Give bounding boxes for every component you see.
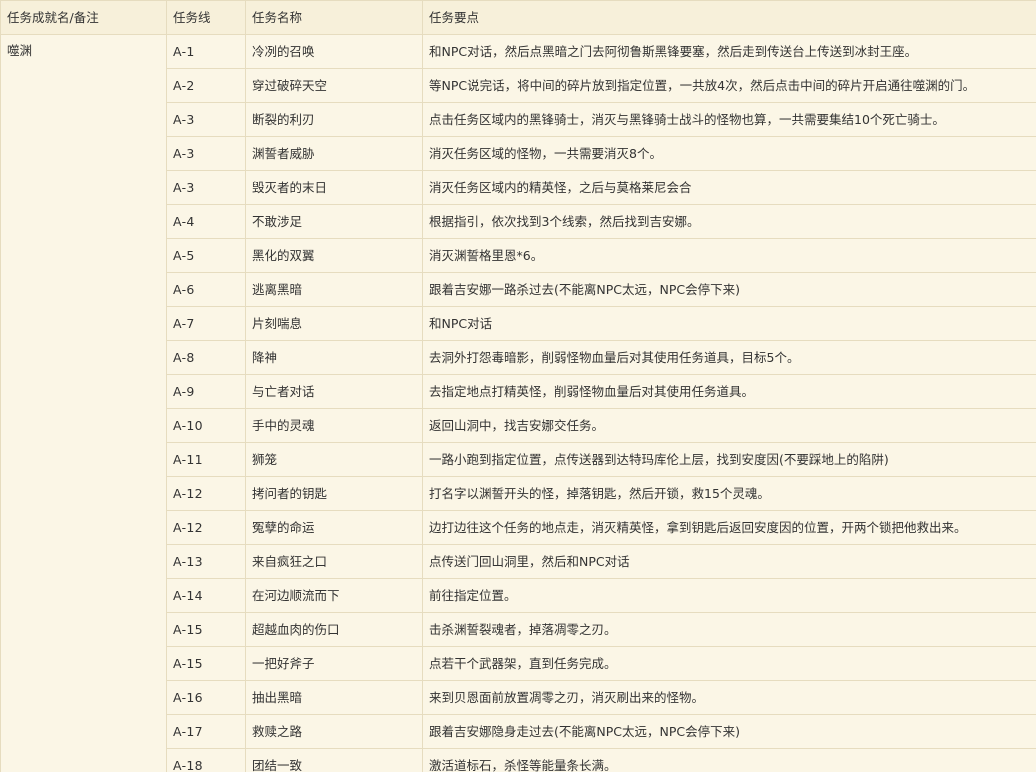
quest-name-cell: 黑化的双翼 [245, 238, 423, 273]
questline-cell: A-7 [166, 306, 246, 341]
header-quest-notes: 任务要点 [422, 0, 1036, 35]
questline-cell: A-16 [166, 680, 246, 715]
achievement-cell: 噬渊 [0, 34, 167, 772]
quest-name-cell: 穿过破碎天空 [245, 68, 423, 103]
questline-cell: A-13 [166, 544, 246, 579]
quest-name-cell: 渊誓者威胁 [245, 136, 423, 171]
quest-name-cell: 冷冽的召唤 [245, 34, 423, 69]
questline-cell: A-3 [166, 102, 246, 137]
questline-cell: A-9 [166, 374, 246, 409]
quest-notes-cell: 和NPC对话 [422, 306, 1036, 341]
header-achievement: 任务成就名/备注 [0, 0, 167, 35]
quest-name-cell: 降神 [245, 340, 423, 375]
questline-cell: A-12 [166, 476, 246, 511]
questline-cell: A-6 [166, 272, 246, 307]
questline-cell: A-14 [166, 578, 246, 613]
quest-name-cell: 手中的灵魂 [245, 408, 423, 443]
questline-cell: A-8 [166, 340, 246, 375]
quest-notes-cell: 跟着吉安娜隐身走过去(不能离NPC太远，NPC会停下来) [422, 714, 1036, 749]
quest-notes-cell: 消灭渊誓格里恩*6。 [422, 238, 1036, 273]
quest-name-cell: 逃离黑暗 [245, 272, 423, 307]
quest-name-cell: 断裂的利刃 [245, 102, 423, 137]
quest-notes-cell: 点击任务区域内的黑锋骑士，消灭与黑锋骑士战斗的怪物也算，一共需要集结10个死亡骑… [422, 102, 1036, 137]
quest-name-cell: 来自疯狂之口 [245, 544, 423, 579]
questline-cell: A-3 [166, 170, 246, 205]
header-quest-name: 任务名称 [245, 0, 423, 35]
questline-cell: A-1 [166, 34, 246, 69]
quest-name-cell: 超越血肉的伤口 [245, 612, 423, 647]
quest-notes-cell: 前往指定位置。 [422, 578, 1036, 613]
quest-notes-cell: 等NPC说完话，将中间的碎片放到指定位置，一共放4次，然后点击中间的碎片开启通往… [422, 68, 1036, 103]
quest-notes-cell: 击杀渊誓裂魂者，掉落凋零之刃。 [422, 612, 1036, 647]
questline-cell: A-11 [166, 442, 246, 477]
questline-cell: A-17 [166, 714, 246, 749]
quest-name-cell: 一把好斧子 [245, 646, 423, 681]
quest-notes-cell: 跟着吉安娜一路杀过去(不能离NPC太远，NPC会停下来) [422, 272, 1036, 307]
quest-name-cell: 抽出黑暗 [245, 680, 423, 715]
quest-notes-cell: 消灭任务区域的怪物，一共需要消灭8个。 [422, 136, 1036, 171]
table-header: 任务成就名/备注 任务线 任务名称 任务要点 [0, 0, 1036, 35]
quest-notes-cell: 点传送门回山洞里，然后和NPC对话 [422, 544, 1036, 579]
quest-notes-cell: 打名字以渊誓开头的怪，掉落钥匙，然后开锁，救15个灵魂。 [422, 476, 1036, 511]
questline-cell: A-15 [166, 646, 246, 681]
quest-name-cell: 拷问者的钥匙 [245, 476, 423, 511]
quest-name-cell: 在河边顺流而下 [245, 578, 423, 613]
quest-notes-cell: 激活道标石，杀怪等能量条长满。 [422, 748, 1036, 772]
questline-cell: A-5 [166, 238, 246, 273]
quest-name-cell: 团结一致 [245, 748, 423, 772]
quest-notes-cell: 返回山洞中，找吉安娜交任务。 [422, 408, 1036, 443]
questline-cell: A-10 [166, 408, 246, 443]
questline-cell: A-3 [166, 136, 246, 171]
quest-table: 任务成就名/备注 任务线 任务名称 任务要点 噬渊 A-1 冷冽的召唤 和NPC对话，… [0, 0, 1036, 772]
questline-cell: A-12 [166, 510, 246, 545]
quest-notes-cell: 根据指引，依次找到3个线索，然后找到吉安娜。 [422, 204, 1036, 239]
quest-notes-cell: 去指定地点打精英怪，削弱怪物血量后对其使用任务道具。 [422, 374, 1036, 409]
quest-notes-cell: 去洞外打怨毒暗影，削弱怪物血量后对其使用任务道具，目标5个。 [422, 340, 1036, 375]
header-row: 任务成就名/备注 任务线 任务名称 任务要点 [0, 0, 1036, 35]
quest-notes-cell: 边打边往这个任务的地点走，消灭精英怪，拿到钥匙后返回安度因的位置，开两个锁把他救… [422, 510, 1036, 545]
quest-name-cell: 不敢涉足 [245, 204, 423, 239]
quest-notes-cell: 点若干个武器架，直到任务完成。 [422, 646, 1036, 681]
quest-name-cell: 片刻喘息 [245, 306, 423, 341]
quest-notes-cell: 一路小跑到指定位置，点传送器到达特玛库伦上层，找到安度因(不要踩地上的陷阱) [422, 442, 1036, 477]
quest-notes-cell: 消灭任务区域内的精英怪，之后与莫格莱尼会合 [422, 170, 1036, 205]
quest-name-cell: 冤孽的命运 [245, 510, 423, 545]
quest-name-cell: 救赎之路 [245, 714, 423, 749]
quest-name-cell: 狮笼 [245, 442, 423, 477]
header-questline: 任务线 [166, 0, 246, 35]
questline-cell: A-18 [166, 748, 246, 772]
questline-cell: A-4 [166, 204, 246, 239]
questline-cell: A-2 [166, 68, 246, 103]
table-body: 噬渊 A-1 冷冽的召唤 和NPC对话，然后点黑暗之门去阿彻鲁斯黑锋要塞，然后走到传送… [0, 34, 1036, 772]
quest-name-cell: 毁灭者的末日 [245, 170, 423, 205]
quest-name-cell: 与亡者对话 [245, 374, 423, 409]
questline-cell: A-15 [166, 612, 246, 647]
quest-notes-cell: 来到贝恩面前放置凋零之刃，消灭刷出来的怪物。 [422, 680, 1036, 715]
quest-notes-cell: 和NPC对话，然后点黑暗之门去阿彻鲁斯黑锋要塞，然后走到传送台上传送到冰封王座。 [422, 34, 1036, 69]
table-row: 噬渊 A-1 冷冽的召唤 和NPC对话，然后点黑暗之门去阿彻鲁斯黑锋要塞，然后走到传送… [0, 34, 1036, 772]
